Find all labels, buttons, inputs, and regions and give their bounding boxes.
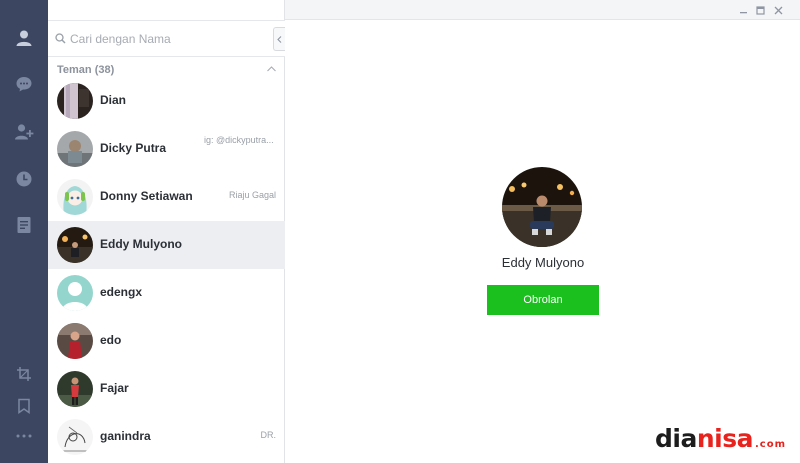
search-input[interactable] [70,30,270,48]
profile-photo [502,167,582,247]
avatar [57,179,93,215]
profile-view: Eddy Mulyono Obrolan [286,20,800,463]
avatar-image [57,419,93,455]
watermark-part2: nisa [696,424,754,453]
avatar [57,371,93,407]
nav-friends[interactable] [0,20,48,56]
bookmark-icon [18,398,30,414]
watermark-suffix: .com [754,439,786,450]
friend-status: Riaju Gagal [228,190,276,200]
friend-status: ig: @dickyputra... [204,135,274,145]
friend-row[interactable]: Fajar [48,365,285,413]
collapse-panel-button[interactable] [273,27,285,51]
minimize-icon [739,11,747,13]
avatar [57,227,93,263]
friend-name: ganindra [100,429,151,443]
history-icon [16,171,32,187]
avatar-image [57,179,93,215]
friend-name: Dicky Putra [100,141,167,155]
nav-history[interactable] [0,161,48,197]
watermark-part1: dia [655,424,697,453]
avatar-image [57,371,93,407]
screenshot-icon [17,367,31,381]
friend-name: Donny Setiawan [100,189,193,203]
chat-button[interactable]: Obrolan [487,285,599,315]
friend-row[interactable]: edo [48,317,285,365]
avatar-image [57,227,93,263]
friend-name: edo [100,333,122,347]
maximize-button[interactable] [753,3,767,17]
avatar [57,323,93,359]
friend-row[interactable]: ganindra DR. [48,413,285,461]
avatar-image [57,323,93,359]
avatar-image [57,83,93,119]
friends-group-label: Teman (38) [57,64,115,76]
friend-name: edengx [100,285,143,299]
avatar [57,419,93,455]
close-button[interactable] [771,3,785,17]
close-icon [774,6,782,14]
avatar [57,131,93,167]
avatar [57,83,93,119]
friend-row[interactable]: Dian [48,77,285,125]
friend-name: Dian [100,93,127,107]
nav-add-friend[interactable] [0,114,48,150]
friends-icon [16,30,32,46]
friend-status: DR. [260,430,277,440]
chats-icon [16,77,32,92]
minimize-button[interactable] [736,3,750,17]
avatar-image [57,131,93,167]
nav-more[interactable] [0,418,48,454]
chevron-up-icon[interactable] [267,66,276,72]
watermark-logo: dianisa .com [655,424,786,454]
search-icon [55,33,66,44]
nav-screenshot[interactable] [0,356,48,392]
nav-rail [0,0,48,463]
chevron-left-icon [277,35,282,43]
search-bar [48,20,285,57]
nav-notes[interactable] [0,207,48,243]
nav-chats[interactable] [0,66,48,102]
friend-row[interactable]: Donny Setiawan Riaju Gagal [48,173,285,221]
window-titlebar [285,0,800,20]
friend-row-selected[interactable]: Eddy Mulyono [48,221,285,269]
profile-name: Eddy Mulyono [501,255,585,270]
profile-avatar[interactable] [502,167,582,247]
default-avatar-icon [57,275,93,311]
add-friend-icon [15,124,34,140]
friends-panel: Teman (38) Dian [48,0,285,463]
friends-list: Dian Dicky Putra ig: @dickyputra... Donn… [48,77,285,461]
maximize-icon [755,5,765,15]
friend-row[interactable]: edengx [48,269,285,317]
more-icon [16,434,32,438]
friend-name: Eddy Mulyono [100,237,182,251]
avatar [57,275,93,311]
notes-icon [17,217,31,233]
friend-row[interactable]: Dicky Putra ig: @dickyputra... [48,125,285,173]
friend-name: Fajar [100,381,129,395]
